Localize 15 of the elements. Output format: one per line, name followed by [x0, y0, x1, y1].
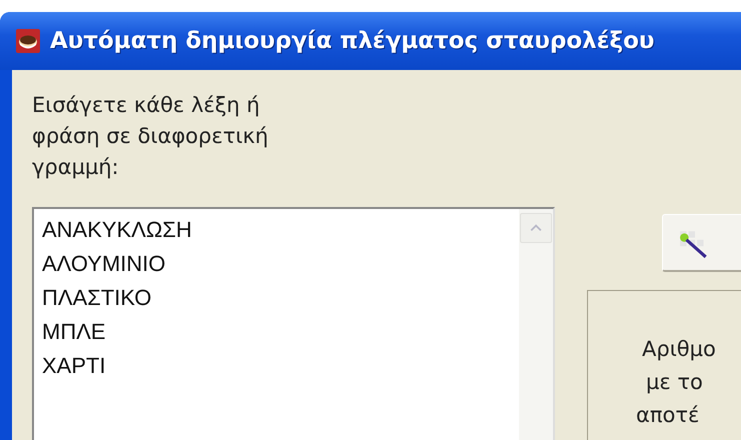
word-line: ΑΝΑΚΥΚΛΩΣΗ: [42, 216, 193, 244]
word-line: ΧΑΡΤΙ: [42, 352, 107, 380]
word-line: ΑΛΟΥΜΙΝΙΟ: [42, 250, 167, 278]
info-text: με το: [645, 369, 703, 396]
generate-button[interactable]: [662, 214, 741, 272]
caret-up-icon: [530, 224, 542, 232]
instruction-label: Εισάγετε κάθε λέξη ή φράση σε διαφορετική γραμμή:: [32, 92, 270, 181]
cake-icon: [16, 29, 40, 53]
window-title: Αυτόματη δημιουργία πλέγματος σταυρολέξου: [50, 28, 654, 54]
word-line: ΜΠΛΕ: [42, 318, 107, 346]
word-line: ΠΛΑΣΤΙΚΟ: [42, 284, 153, 312]
word-list-field[interactable]: ΑΝΑΚΥΚΛΩΣΗ ΑΛΟΥΜΙΝΙΟ ΠΛΑΣΤΙΚΟ ΜΠΛΕ ΧΑΡΤΙ: [32, 207, 555, 440]
info-text: αποτέ: [635, 402, 700, 429]
scroll-up-button[interactable]: [520, 213, 552, 243]
info-text: Αριθμο: [641, 336, 716, 363]
